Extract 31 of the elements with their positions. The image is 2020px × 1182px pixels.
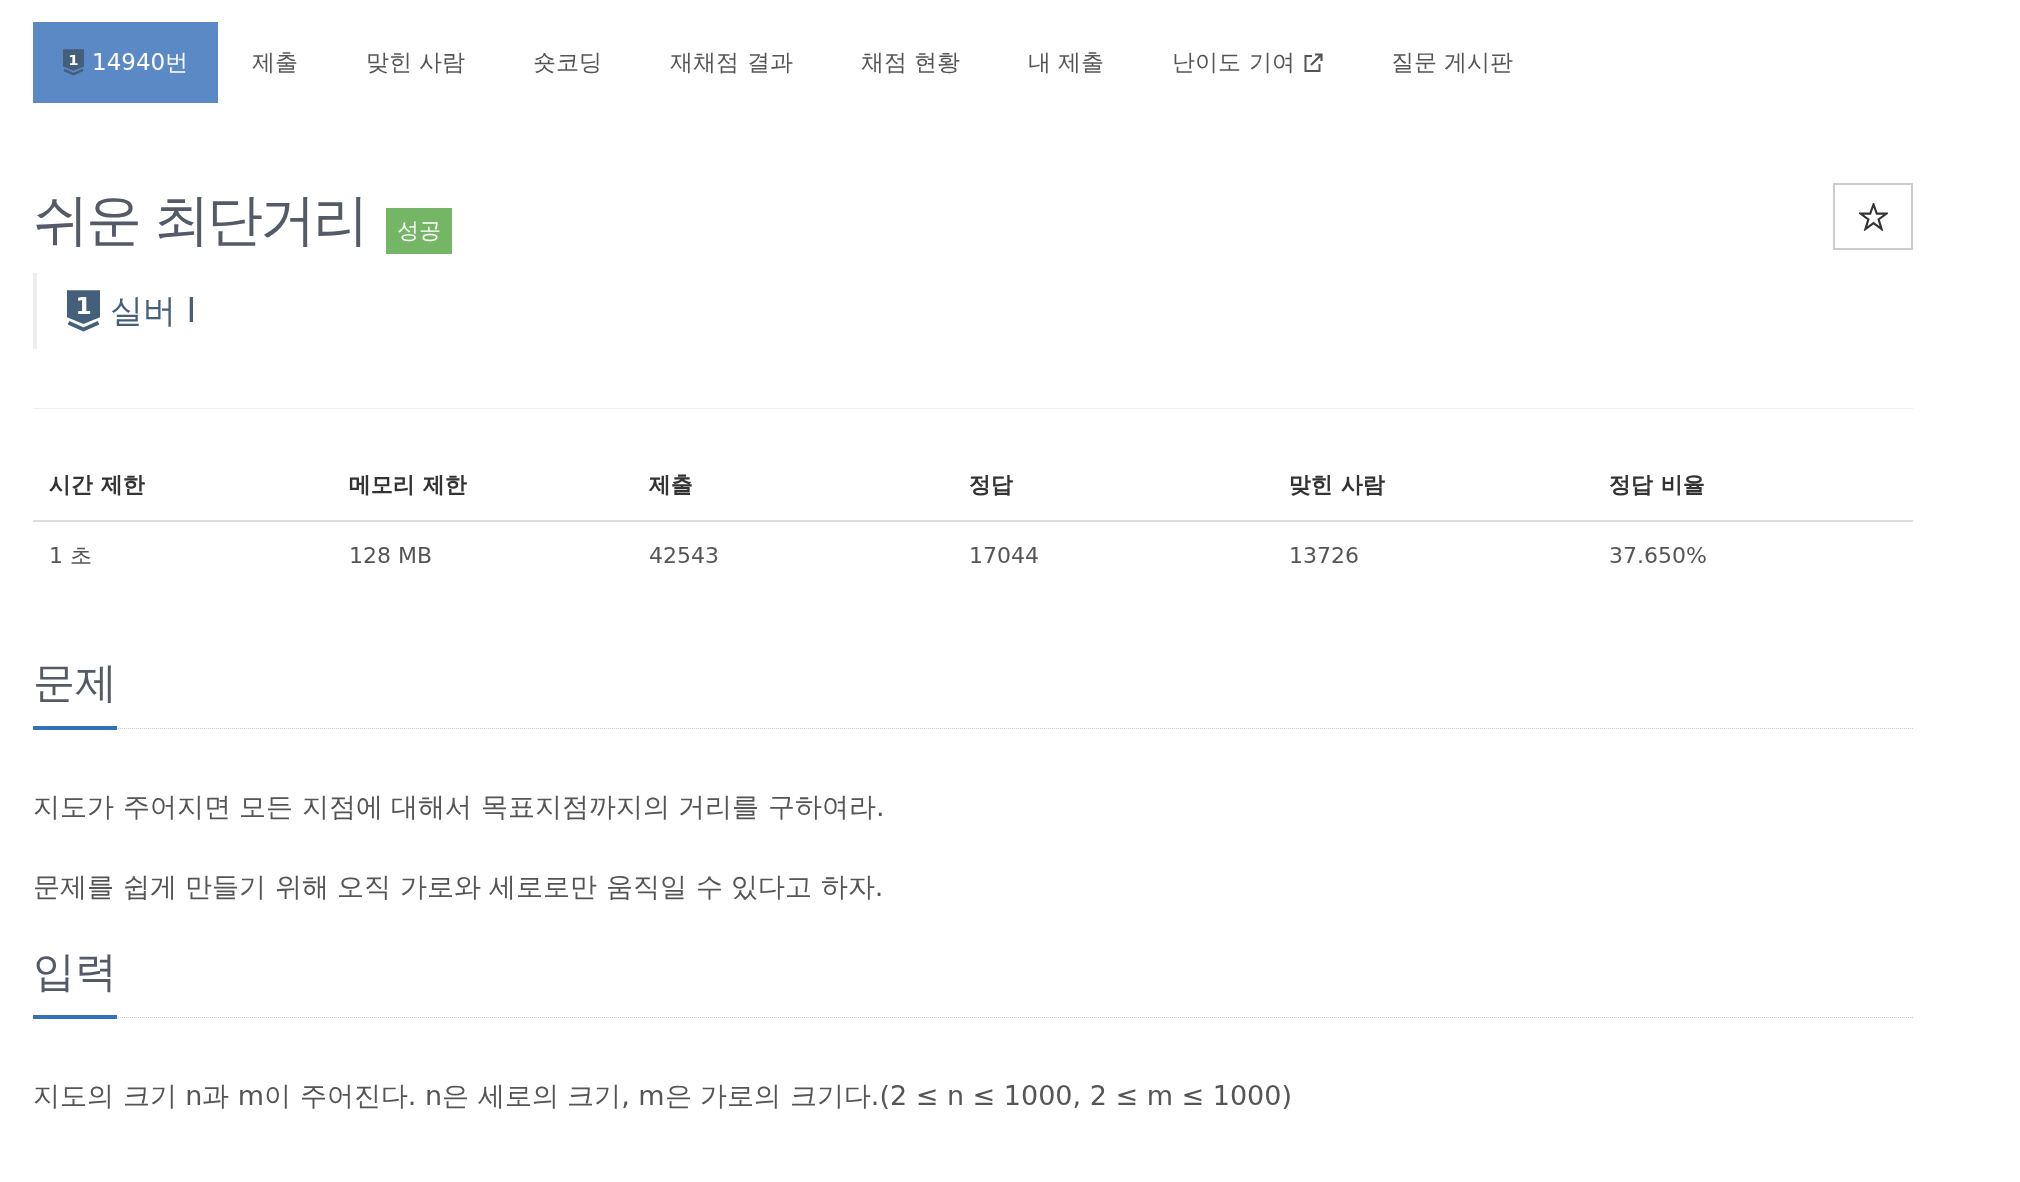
nav-tab[interactable]: 제출: [218, 22, 333, 103]
external-link-icon: [1302, 52, 1323, 73]
column-header: 메모리 제한: [333, 449, 633, 521]
favorite-button[interactable]: [1833, 183, 1913, 250]
table-cell: 17044: [953, 521, 1273, 589]
table-cell: 1 초: [33, 521, 333, 589]
paragraph: 지도의 크기 n과 m이 주어진다. n은 세로의 크기, m은 가로의 크기다.(2 ≤ n ≤ 1000, 2 ≤ m ≤ 1000): [33, 1079, 1293, 1113]
nav-tab[interactable]: 질문 게시판: [1356, 22, 1548, 103]
nav-tab[interactable]: 숏코딩: [499, 22, 637, 103]
nav-tab[interactable]: 난이도 기여: [1138, 22, 1357, 103]
nav-tab[interactable]: 맞힌 사람: [332, 22, 500, 103]
nav-tab[interactable]: 내 제출: [994, 22, 1139, 103]
column-header: 시간 제한: [33, 449, 333, 521]
column-header: 제출: [633, 449, 953, 521]
table-cell: 37.650%: [1593, 521, 1913, 589]
table-cell: 42543: [633, 521, 953, 589]
column-header: 맞힌 사람: [1273, 449, 1593, 521]
column-header: 정답 비율: [1593, 449, 1913, 521]
paragraph: 문제를 쉽게 만들기 위해 오직 가로와 세로로만 움직일 수 있다고 하자.: [33, 870, 885, 904]
result-label: 성공: [385, 208, 452, 254]
table-cell: 13726: [1273, 521, 1593, 589]
column-header: 정답: [953, 449, 1273, 521]
paragraph: 지도가 주어지면 모든 지점에 대해서 목표지점까지의 거리를 구하여라.: [33, 790, 886, 824]
nav-tab[interactable]: 채점 현황: [826, 22, 995, 103]
nav-tab[interactable]: 1 14940번: [33, 22, 219, 103]
section-heading: 입력: [33, 947, 117, 1019]
tier-label: 실버 I: [110, 289, 197, 332]
nav-tab[interactable]: 재채점 결과: [636, 22, 827, 103]
section-heading: 문제: [33, 658, 117, 730]
table-cell: 128 MB: [333, 521, 633, 589]
problem-title: 쉬운 최단거리: [33, 187, 366, 252]
